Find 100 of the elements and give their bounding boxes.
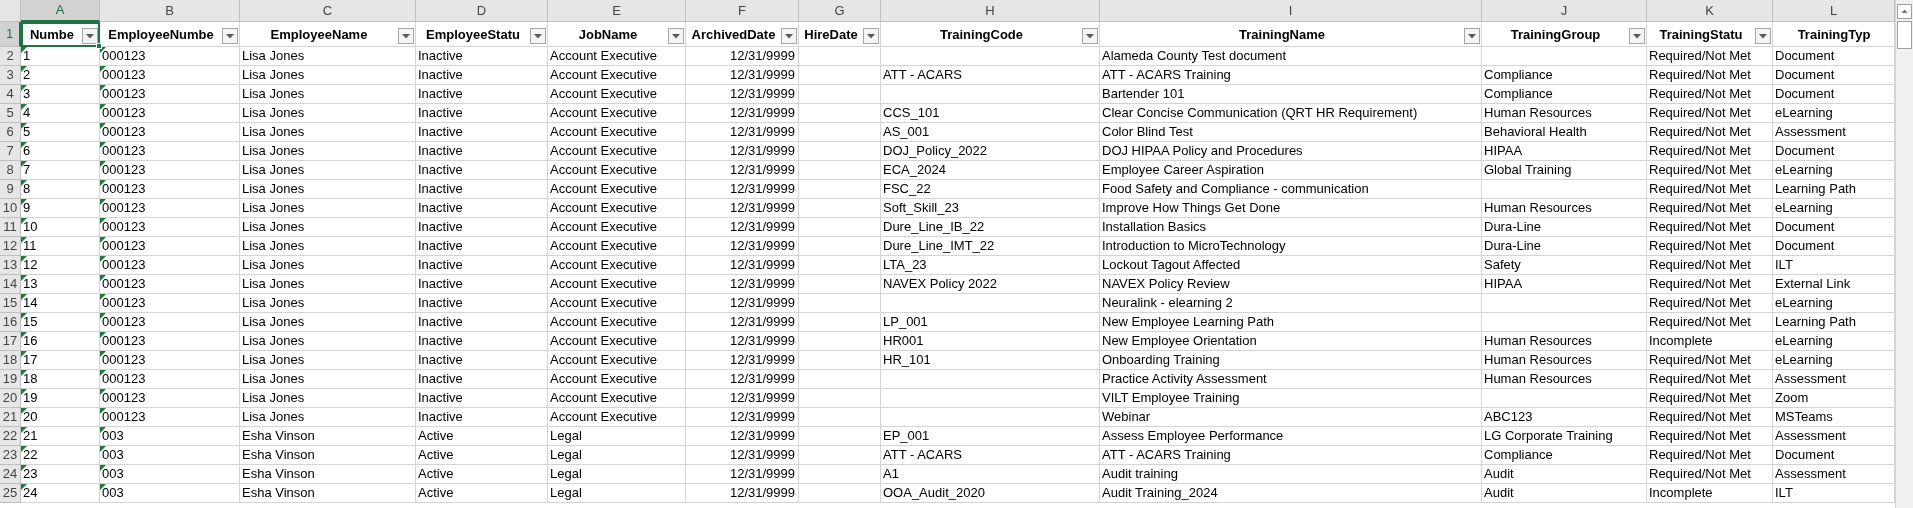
row-number[interactable]: 20 <box>0 389 21 408</box>
row-number[interactable]: 9 <box>0 180 21 199</box>
column-letter[interactable]: F <box>686 0 799 22</box>
row-number[interactable]: 8 <box>0 161 21 180</box>
table-cell: Required/Not Met <box>1649 389 1751 407</box>
table-cell: 15 <box>23 313 38 331</box>
filter-button[interactable] <box>1082 28 1098 44</box>
column-letter[interactable]: A <box>21 0 100 22</box>
table-cell: 12 <box>23 256 38 274</box>
empty-cell[interactable] <box>799 142 881 161</box>
table-cell: 12/31/9999 <box>729 370 795 388</box>
filter-button[interactable] <box>1464 28 1480 44</box>
empty-cell[interactable] <box>799 47 881 66</box>
filter-button[interactable] <box>668 28 684 44</box>
empty-cell[interactable] <box>799 237 881 256</box>
column-letter[interactable]: K <box>1647 0 1773 22</box>
column-letter[interactable]: L <box>1773 0 1895 22</box>
row-number[interactable]: 12 <box>0 237 21 256</box>
empty-cell[interactable] <box>799 199 881 218</box>
column-letter[interactable]: H <box>881 0 1100 22</box>
empty-cell[interactable] <box>799 85 881 104</box>
row-number[interactable]: 11 <box>0 218 21 237</box>
selected-cell[interactable]: Numbe <box>21 22 100 47</box>
row-number[interactable]: 21 <box>0 408 21 427</box>
empty-cell[interactable] <box>799 484 881 503</box>
row-number[interactable]: 16 <box>0 313 21 332</box>
empty-cell[interactable] <box>799 370 881 389</box>
empty-cell[interactable] <box>799 66 881 85</box>
table-cell: Learning Path <box>1775 180 1856 198</box>
empty-cell[interactable] <box>799 446 881 465</box>
row-number[interactable]: 6 <box>0 123 21 142</box>
empty-cell[interactable] <box>799 218 881 237</box>
filter-button[interactable] <box>1629 28 1645 44</box>
empty-cell[interactable] <box>799 294 881 313</box>
filter-button[interactable] <box>398 28 414 44</box>
row-number[interactable]: 3 <box>0 66 21 85</box>
row-number[interactable]: 1 <box>0 22 21 47</box>
table-cell: 14 <box>23 294 38 312</box>
filter-button[interactable] <box>863 28 879 44</box>
empty-cell[interactable] <box>799 180 881 199</box>
column-letter[interactable]: D <box>416 0 548 22</box>
table-cell: 16 <box>23 332 38 350</box>
column-letter[interactable]: B <box>100 0 240 22</box>
empty-cell[interactable] <box>799 389 881 408</box>
row-number[interactable]: 18 <box>0 351 21 370</box>
row-number[interactable]: 23 <box>0 446 21 465</box>
empty-cell[interactable] <box>799 332 881 351</box>
scroll-up-button[interactable] <box>1897 4 1912 19</box>
empty-cell[interactable] <box>799 275 881 294</box>
empty-cell[interactable] <box>881 294 1100 313</box>
empty-cell[interactable] <box>799 408 881 427</box>
empty-cell[interactable] <box>1482 180 1647 199</box>
column-letter[interactable]: C <box>240 0 416 22</box>
scrollbar-thumb[interactable] <box>1897 21 1912 49</box>
empty-cell[interactable] <box>881 85 1100 104</box>
empty-cell[interactable] <box>799 256 881 275</box>
table-cell: Required/Not Met <box>1649 180 1751 198</box>
column-letter[interactable]: J <box>1482 0 1647 22</box>
column-letter[interactable]: E <box>548 0 686 22</box>
select-all-button[interactable] <box>0 0 21 22</box>
empty-cell[interactable] <box>881 47 1100 66</box>
filter-button[interactable] <box>530 28 546 44</box>
empty-cell[interactable] <box>799 104 881 123</box>
table-cell: 000123 <box>102 256 146 274</box>
row-number[interactable]: 15 <box>0 294 21 313</box>
empty-cell[interactable] <box>799 465 881 484</box>
empty-cell[interactable] <box>881 370 1100 389</box>
empty-cell[interactable] <box>799 351 881 370</box>
row-number[interactable]: 22 <box>0 427 21 446</box>
empty-cell[interactable] <box>881 389 1100 408</box>
row-number[interactable]: 4 <box>0 85 21 104</box>
empty-cell[interactable] <box>1482 313 1647 332</box>
row-number[interactable]: 19 <box>0 370 21 389</box>
row-number[interactable]: 13 <box>0 256 21 275</box>
filter-button[interactable] <box>222 28 238 44</box>
empty-cell[interactable] <box>1482 389 1647 408</box>
empty-cell[interactable] <box>799 161 881 180</box>
empty-cell[interactable] <box>1482 47 1647 66</box>
row-number[interactable]: 17 <box>0 332 21 351</box>
column-letter[interactable]: G <box>799 0 881 22</box>
table-cell: ATT - ACARS Training <box>1102 66 1231 84</box>
empty-cell[interactable] <box>799 123 881 142</box>
empty-cell[interactable] <box>799 313 881 332</box>
row-number[interactable]: 5 <box>0 104 21 123</box>
empty-cell[interactable] <box>881 408 1100 427</box>
filter-button[interactable] <box>1755 28 1771 44</box>
filter-button[interactable] <box>781 28 797 44</box>
empty-cell[interactable] <box>1482 294 1647 313</box>
row-number[interactable]: 2 <box>0 47 21 66</box>
row-number[interactable]: 25 <box>0 484 21 503</box>
row-number[interactable]: 24 <box>0 465 21 484</box>
row-number[interactable]: 7 <box>0 142 21 161</box>
fill-handle[interactable] <box>96 43 102 49</box>
table-cell: Required/Not Met <box>1649 161 1751 179</box>
row-number[interactable]: 10 <box>0 199 21 218</box>
empty-cell[interactable] <box>799 427 881 446</box>
filter-button[interactable] <box>82 28 98 44</box>
table-cell: 12/31/9999 <box>729 484 795 502</box>
row-number[interactable]: 14 <box>0 275 21 294</box>
column-letter[interactable]: I <box>1100 0 1482 22</box>
